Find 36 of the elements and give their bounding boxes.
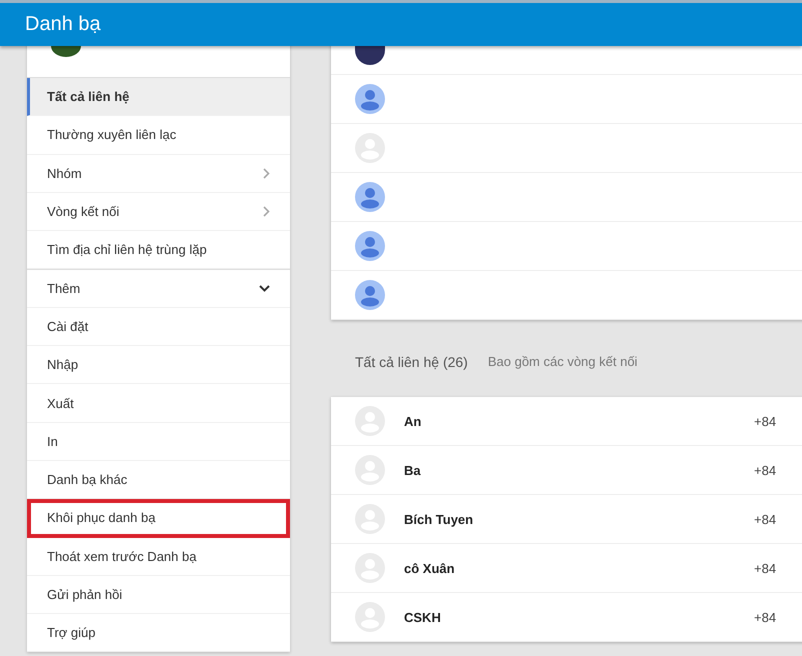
contact-name[interactable]: Bích Tuyen [404, 512, 754, 526]
sidebar-item[interactable]: Danh bạ khác [27, 460, 290, 500]
sidebar-item[interactable]: Thoát xem trước Danh bạ [27, 538, 290, 576]
photo-placeholder [51, 46, 81, 57]
sidebar-item[interactable]: Nhập [27, 346, 290, 384]
sidebar-item[interactable]: Trợ giúp [27, 614, 290, 652]
sidebar-item[interactable]: Thường xuyên liên lạc [27, 116, 290, 155]
section-subtitle: Bao gồm các vòng kết nối [488, 354, 638, 369]
contact-phone: +84 [754, 512, 776, 526]
photo-placeholder [355, 46, 385, 65]
contact-phone: +84 [754, 462, 776, 478]
chevron-right-icon [263, 206, 270, 218]
contact-name[interactable]: CSKH [404, 610, 754, 624]
sidebar-item[interactable]: Gửi phản hồi [27, 576, 290, 614]
contact-name[interactable]: cô Xuân [404, 560, 754, 576]
sidebar-item[interactable]: Xuất [27, 384, 290, 423]
person-icon [355, 280, 385, 310]
contact-phone: +84 [754, 560, 776, 576]
sidebar-item[interactable]: Tìm địa chỉ liên hệ trùng lặp [27, 231, 290, 270]
person-icon [355, 231, 385, 261]
person-icon [355, 84, 385, 114]
contact-name[interactable]: Ba [404, 462, 754, 478]
sidebar-item[interactable]: Tất cả liên hệ [27, 78, 290, 116]
chevron-right-icon [263, 168, 270, 179]
sidebar-item[interactable]: Khôi phục danh bạ [27, 499, 290, 538]
contact-phone: +84 [754, 610, 776, 624]
section-title: Tất cả liên hệ (26) [355, 354, 468, 370]
contact-phone: +84 [754, 414, 776, 428]
person-icon [355, 182, 385, 212]
sidebar-item[interactable]: Thêm [27, 269, 290, 308]
app-title: Danh bạ [25, 13, 101, 36]
sidebar-item[interactable]: In [27, 422, 290, 461]
contact-name[interactable]: An [404, 414, 754, 428]
sidebar-item[interactable]: Vòng kết nối [27, 192, 290, 232]
sidebar-item[interactable]: Nhóm [27, 154, 290, 193]
sidebar-item[interactable]: Cài đặt [27, 308, 290, 346]
